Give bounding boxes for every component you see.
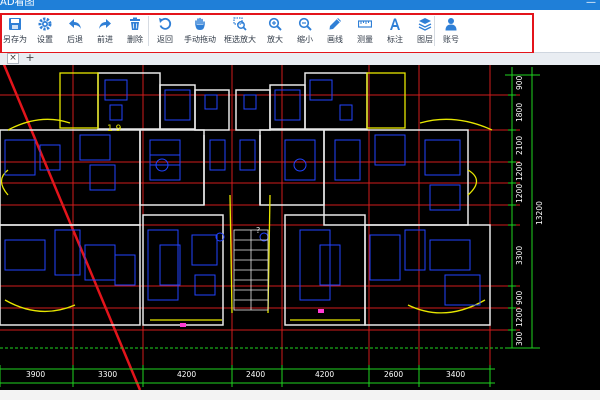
minimize-button[interactable]: — bbox=[586, 0, 596, 8]
dim-bottom-6: 2600 bbox=[384, 370, 403, 379]
tab-strip bbox=[0, 53, 600, 65]
dim-right-3: 2100 bbox=[515, 136, 524, 155]
dim-right-1: 900 bbox=[515, 75, 524, 90]
toolbar-highlight-box bbox=[0, 13, 534, 54]
dim-bottom-7: 3400 bbox=[446, 370, 465, 379]
status-bar bbox=[0, 390, 600, 400]
dim-right-9: 300 bbox=[515, 331, 524, 346]
balconies bbox=[0, 72, 493, 321]
floor-plan-drawing: ? 1 9 3900 3300 4200 2400 4200 2600 3400… bbox=[0, 54, 544, 391]
dim-right-8: 1200 bbox=[515, 308, 524, 327]
dim-right-6: 3300 bbox=[515, 246, 524, 265]
bottom-dimension-labels: 3900 3300 4200 2400 4200 2600 3400 bbox=[26, 370, 465, 379]
dim-right-7: 900 bbox=[515, 290, 524, 305]
dim-bottom-2: 3300 bbox=[98, 370, 117, 379]
dim-right-total: 13200 bbox=[535, 201, 544, 225]
axis-bubble-label: 1 9 bbox=[107, 124, 122, 134]
dim-bottom-4: 2400 bbox=[246, 370, 265, 379]
drawing-canvas[interactable]: ? 1 9 3900 3300 4200 2400 4200 2600 3400… bbox=[0, 54, 600, 391]
tab-add-button[interactable]: + bbox=[24, 52, 36, 64]
title-bar: AD看图 — bbox=[0, 0, 600, 10]
staircase bbox=[233, 229, 269, 311]
dim-right-4: 1200 bbox=[515, 162, 524, 181]
annotation-arrow bbox=[0, 54, 142, 391]
window-title: AD看图 bbox=[0, 0, 35, 8]
dim-bottom-5: 4200 bbox=[315, 370, 334, 379]
furniture bbox=[4, 79, 481, 306]
tab-close-button[interactable]: × bbox=[7, 53, 19, 64]
right-dimension-labels: 900 1800 2100 1200 1200 3300 900 1200 30… bbox=[515, 75, 544, 346]
dim-right-5: 1200 bbox=[515, 184, 524, 203]
dim-bottom-3: 4200 bbox=[177, 370, 196, 379]
dim-bottom-1: 3900 bbox=[26, 370, 45, 379]
stair-label: ? bbox=[256, 226, 260, 235]
dim-right-2: 1800 bbox=[515, 103, 524, 122]
